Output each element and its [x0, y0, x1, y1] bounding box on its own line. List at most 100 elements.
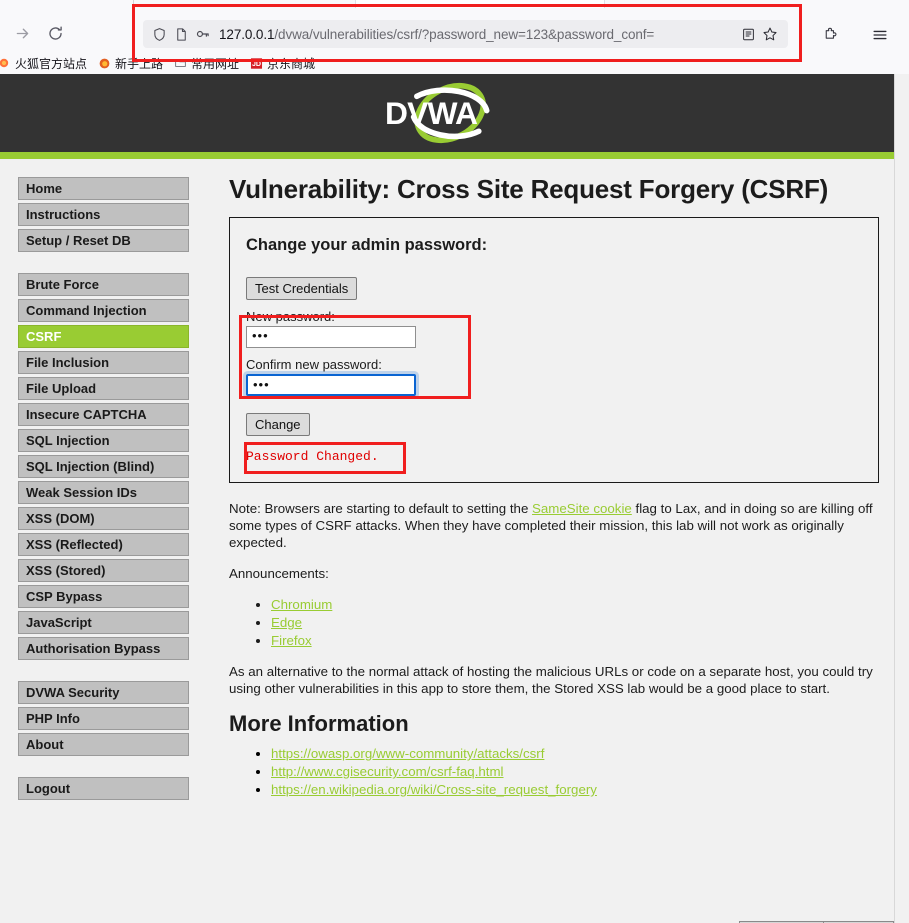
sidebar-item-file-inclusion[interactable]: File Inclusion — [18, 351, 189, 374]
sidebar-item-dvwa-security[interactable]: DVWA Security — [18, 681, 189, 704]
bookmark-label: 常用网址 — [191, 56, 240, 71]
sidebar-separator — [18, 663, 189, 681]
confirm-password-label: Confirm new password: — [246, 357, 382, 372]
jd-icon: JD — [249, 56, 263, 70]
bookmark-item[interactable]: 新手上路 — [92, 53, 168, 74]
svg-text:JD: JD — [251, 60, 260, 68]
url-path: /dvwa/vulnerabilities/csrf/?password_new… — [274, 26, 655, 42]
sidebar-separator — [18, 759, 189, 777]
bookmarks-bar: 火狐官方站点 新手上路 常用网址 JD 京东商城 — [0, 52, 909, 74]
star-icon[interactable] — [760, 24, 780, 44]
sidebar-item-sql-injection[interactable]: SQL Injection — [18, 429, 189, 452]
firefox-icon — [97, 56, 111, 70]
bookmark-label: 京东商城 — [267, 56, 316, 71]
list-item: http://www.cgisecurity.com/csrf-faq.html — [271, 763, 879, 780]
tab-strip — [0, 0, 909, 9]
sidebar-item-php-info[interactable]: PHP Info — [18, 707, 189, 730]
sidebar-item-brute-force[interactable]: Brute Force — [18, 273, 189, 296]
announcements-label: Announcements: — [229, 566, 329, 581]
reader-view-icon[interactable] — [738, 24, 758, 44]
browser-toolbar: 127.0.0.1/dvwa/vulnerabilities/csrf/?pas… — [0, 9, 909, 58]
sidebar-item-xss-dom[interactable]: XSS (DOM) — [18, 507, 189, 530]
sidebar-item-csrf[interactable]: CSRF — [18, 325, 189, 348]
sidebar-item-javascript[interactable]: JavaScript — [18, 611, 189, 634]
sidebar-item-logout[interactable]: Logout — [18, 777, 189, 800]
info-link-owasp[interactable]: https://owasp.org/www-community/attacks/… — [271, 746, 544, 761]
bookmark-label: 火狐官方站点 — [15, 56, 88, 71]
list-item: Chromium — [271, 596, 879, 613]
alternative-attack-note: As an alternative to the normal attack o… — [229, 664, 873, 696]
bookmark-item[interactable]: 火狐官方站点 — [0, 53, 92, 74]
confirm-password-input[interactable]: ••• — [246, 374, 416, 396]
sidebar-group: DVWA Security PHP Info About — [18, 681, 189, 756]
browser-window: 127.0.0.1/dvwa/vulnerabilities/csrf/?pas… — [0, 0, 909, 923]
svg-text:DVWA: DVWA — [385, 95, 478, 131]
address-bar[interactable]: 127.0.0.1/dvwa/vulnerabilities/csrf/?pas… — [143, 20, 788, 48]
list-item: Firefox — [271, 632, 879, 649]
list-item: https://en.wikipedia.org/wiki/Cross-site… — [271, 781, 879, 798]
sidebar-item-weak-session-ids[interactable]: Weak Session IDs — [18, 481, 189, 504]
bookmark-item[interactable]: 常用网址 — [168, 53, 244, 74]
scrollbar-track[interactable] — [894, 74, 909, 923]
hamburger-menu-icon[interactable] — [870, 25, 890, 45]
sidebar-item-authorisation-bypass[interactable]: Authorisation Bypass — [18, 637, 189, 660]
samesite-cookie-link[interactable]: SameSite cookie — [532, 501, 632, 516]
more-information-list: https://owasp.org/www-community/attacks/… — [229, 745, 879, 798]
sidebar-item-about[interactable]: About — [18, 733, 189, 756]
info-link-wikipedia[interactable]: https://en.wikipedia.org/wiki/Cross-site… — [271, 782, 597, 797]
sidebar-group: Brute Force Command Injection CSRF File … — [18, 273, 189, 660]
shield-icon[interactable] — [149, 24, 169, 44]
samesite-note: Note: Browsers are starting to default t… — [229, 500, 879, 551]
sidebar-item-insecure-captcha[interactable]: Insecure CAPTCHA — [18, 403, 189, 426]
page-title: Vulnerability: Cross Site Request Forger… — [229, 174, 829, 204]
announcement-list: Chromium Edge Firefox — [229, 596, 879, 649]
test-credentials-button[interactable]: Test Credentials — [246, 277, 358, 300]
forward-icon[interactable] — [9, 20, 35, 46]
note-prefix: Note: Browsers are starting to default t… — [229, 501, 533, 516]
bookmark-label: 新手上路 — [115, 56, 164, 71]
url-host: 127.0.0.1 — [219, 26, 275, 42]
form-heading: Change your admin password: — [246, 236, 488, 254]
password-change-form: New password: ••• Confirm new password: … — [246, 309, 862, 464]
browser-tab[interactable] — [355, 0, 605, 8]
more-information-heading: More Information — [229, 711, 409, 736]
announcement-link-edge[interactable]: Edge — [271, 615, 302, 630]
sidebar-group: Logout — [18, 777, 189, 800]
bookmark-item[interactable]: JD 京东商城 — [244, 53, 320, 74]
reload-icon[interactable] — [42, 20, 68, 46]
sidebar-item-command-injection[interactable]: Command Injection — [18, 299, 189, 322]
sidebar-nav: Home Instructions Setup / Reset DB Brute… — [18, 177, 189, 803]
key-icon[interactable] — [193, 24, 213, 44]
change-button[interactable]: Change — [246, 413, 310, 436]
puzzle-piece-icon[interactable] — [820, 25, 840, 45]
new-password-label: New password: — [246, 309, 335, 324]
sidebar-item-sql-injection-blind[interactable]: SQL Injection (Blind) — [18, 455, 189, 478]
announcement-link-chromium[interactable]: Chromium — [271, 597, 332, 612]
announcement-link-firefox[interactable]: Firefox — [271, 633, 312, 648]
info-link-cgisecurity[interactable]: http://www.cgisecurity.com/csrf-faq.html — [271, 764, 504, 779]
sidebar-item-instructions[interactable]: Instructions — [18, 203, 189, 226]
tab-divider — [133, 0, 134, 9]
sidebar-item-home[interactable]: Home — [18, 177, 189, 200]
note-block: Note: Browsers are starting to default t… — [229, 500, 879, 697]
folder-icon — [173, 56, 187, 70]
new-password-input[interactable]: ••• — [246, 326, 416, 348]
list-item: https://owasp.org/www-community/attacks/… — [271, 745, 879, 762]
dvwa-header: DVWA — [0, 74, 894, 152]
vulnerability-box: Change your admin password: Test Credent… — [229, 217, 879, 483]
page-content: DVWA Home Instructions Setup / Reset DB … — [0, 74, 894, 923]
page-icon[interactable] — [171, 24, 191, 44]
list-item: Edge — [271, 614, 879, 631]
sidebar-item-xss-reflected[interactable]: XSS (Reflected) — [18, 533, 189, 556]
sidebar-item-xss-stored[interactable]: XSS (Stored) — [18, 559, 189, 582]
sidebar-item-file-upload[interactable]: File Upload — [18, 377, 189, 400]
sidebar-item-setup-reset-db[interactable]: Setup / Reset DB — [18, 229, 189, 252]
sidebar-separator — [18, 255, 189, 273]
sidebar-group: Home Instructions Setup / Reset DB — [18, 177, 189, 252]
sidebar-item-csp-bypass[interactable]: CSP Bypass — [18, 585, 189, 608]
password-status-message: Password Changed. — [246, 449, 379, 464]
firefox-site-icon — [0, 56, 11, 70]
green-accent-bar — [0, 152, 894, 159]
main-content: Vulnerability: Cross Site Request Forger… — [229, 174, 879, 799]
url-text[interactable]: 127.0.0.1/dvwa/vulnerabilities/csrf/?pas… — [219, 27, 738, 42]
